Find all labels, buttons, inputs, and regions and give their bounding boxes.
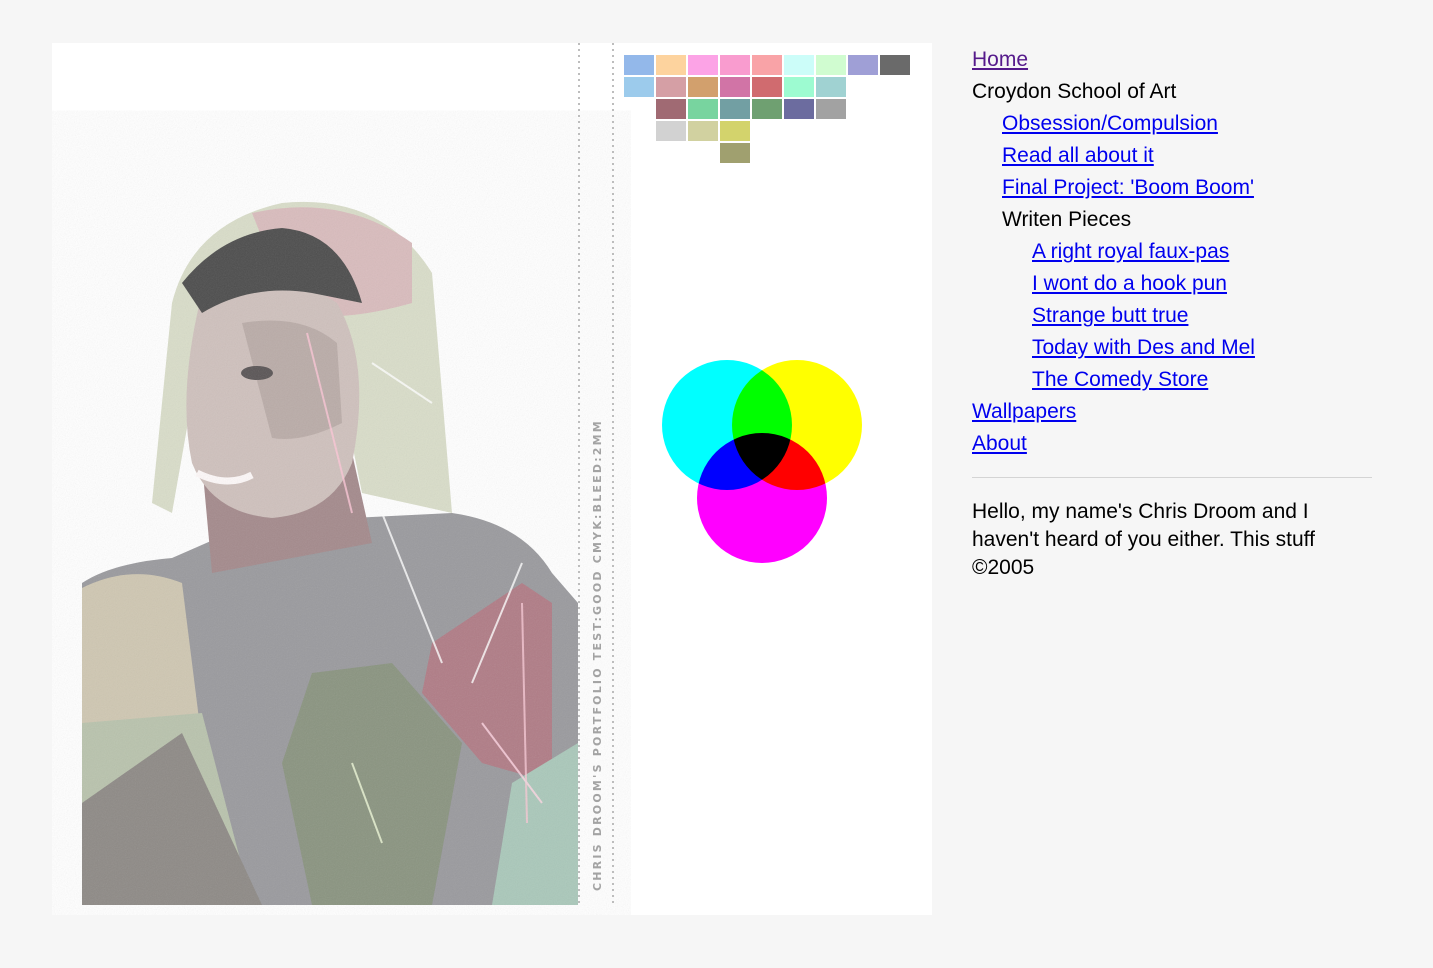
nav-link-comedy-store[interactable]: The Comedy Store <box>972 364 1372 396</box>
nav-link-wallpapers[interactable]: Wallpapers <box>972 396 1372 428</box>
color-swatch <box>752 55 782 75</box>
divider <box>972 477 1372 478</box>
artwork-canvas: CHRIS DROOM'S PORTFOLIO TEST:GOOD CMYK:B… <box>52 43 910 905</box>
color-swatch <box>784 77 814 97</box>
color-swatch <box>688 99 718 119</box>
color-swatch <box>720 99 750 119</box>
color-swatch <box>720 77 750 97</box>
nav-link-final-project[interactable]: Final Project: 'Boom Boom' <box>972 172 1372 204</box>
grain-overlay <box>52 183 578 905</box>
nav-link-royal-faux-pas[interactable]: A right royal faux-pas <box>972 236 1372 268</box>
color-swatch-grid <box>624 55 910 163</box>
portrait-figure <box>52 183 578 905</box>
color-swatch <box>656 99 686 119</box>
color-swatch <box>720 143 750 163</box>
writen-pieces-list: A right royal faux-pas I wont do a hook … <box>972 236 1372 396</box>
color-swatch <box>816 77 846 97</box>
nav-link-about[interactable]: About <box>972 428 1372 460</box>
color-swatch <box>880 55 910 75</box>
color-swatch <box>688 77 718 97</box>
vertical-caption: CHRIS DROOM'S PORTFOLIO TEST:GOOD CMYK:B… <box>591 419 604 891</box>
nav-link-strange-butt-true[interactable]: Strange butt true <box>972 300 1372 332</box>
bio-text: Hello, my name's Chris Droom and I haven… <box>972 498 1352 582</box>
color-swatch <box>816 99 846 119</box>
sidebar-navigation: Home Croydon School of Art Obsession/Com… <box>972 44 1372 582</box>
nav-section-writen-pieces: Writen Pieces <box>1002 208 1132 231</box>
color-swatch <box>656 121 686 141</box>
color-swatch <box>848 55 878 75</box>
nav-link-home[interactable]: Home <box>972 44 1372 76</box>
color-swatch <box>624 55 654 75</box>
nav-link-read-all[interactable]: Read all about it <box>972 140 1372 172</box>
color-swatch <box>752 99 782 119</box>
bio-line-1: Hello, my name's Chris Droom and I haven… <box>972 500 1315 551</box>
nav-section-croydon: Croydon School of Art <box>972 80 1177 103</box>
cmyk-venn-diagram <box>662 360 862 563</box>
color-swatch <box>720 121 750 141</box>
color-swatch <box>688 121 718 141</box>
color-swatch <box>688 55 718 75</box>
color-swatch <box>784 99 814 119</box>
portfolio-artwork: CHRIS DROOM'S PORTFOLIO TEST:GOOD CMYK:B… <box>52 43 932 915</box>
color-swatch <box>816 55 846 75</box>
magenta-circle <box>697 433 827 563</box>
color-swatch <box>720 55 750 75</box>
croydon-sub-list: Obsession/Compulsion Read all about it F… <box>972 108 1372 396</box>
color-swatch <box>656 55 686 75</box>
nav-link-obsession[interactable]: Obsession/Compulsion <box>972 108 1372 140</box>
color-swatch <box>624 77 654 97</box>
color-swatch <box>656 77 686 97</box>
nav-link-des-and-mel[interactable]: Today with Des and Mel <box>972 332 1372 364</box>
color-swatch <box>752 77 782 97</box>
color-swatch <box>784 55 814 75</box>
bio-copyright: ©2005 <box>972 556 1035 579</box>
nav-link-hook-pun[interactable]: I wont do a hook pun <box>972 268 1372 300</box>
